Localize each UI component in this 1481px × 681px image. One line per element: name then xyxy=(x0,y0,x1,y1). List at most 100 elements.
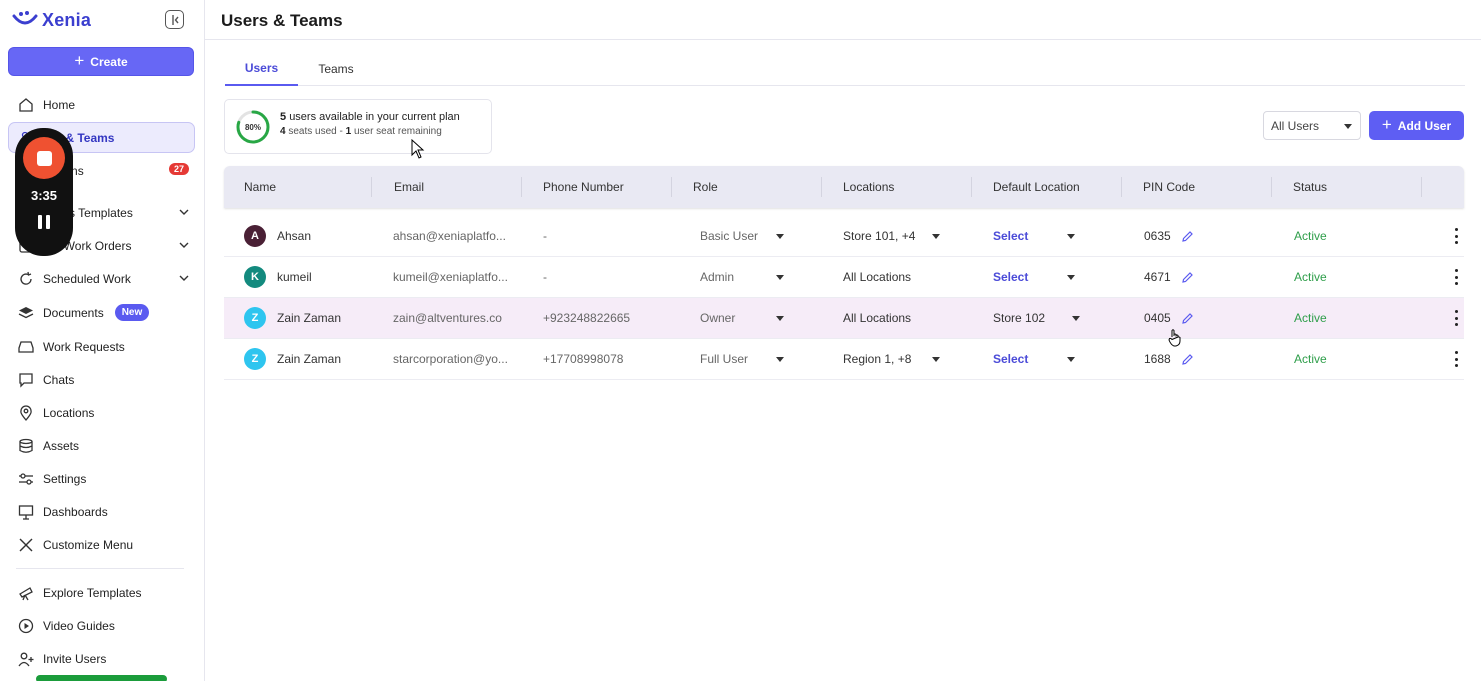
column-header-status[interactable]: Status xyxy=(1293,166,1327,208)
more-options-icon[interactable] xyxy=(1455,228,1459,244)
app-window: Xenia + Create Home ers & Teams ication xyxy=(0,0,1481,681)
chevron-down-icon[interactable] xyxy=(178,206,190,218)
user-name-cell[interactable]: Kkumeil xyxy=(244,257,312,297)
tab-bar: Users Teams xyxy=(225,52,1465,86)
more-options-icon[interactable] xyxy=(1455,269,1459,285)
edit-pencil-icon[interactable] xyxy=(1181,271,1194,284)
stop-recording-button[interactable] xyxy=(23,137,65,179)
role-dropdown[interactable]: Owner xyxy=(700,298,784,338)
default-location-dropdown[interactable]: Select xyxy=(993,216,1075,256)
user-name: Zain Zaman xyxy=(277,311,342,325)
table-row[interactable]: A Ahsan ahsan@xeniaplatfo... - Basic User Sto… xyxy=(224,216,1464,257)
column-header-role[interactable]: Role xyxy=(693,166,718,208)
sidebar-item-assets[interactable]: Assets xyxy=(8,430,195,461)
locations-value: Store 101, +4 xyxy=(843,229,916,243)
collapse-sidebar-button[interactable] xyxy=(165,10,184,29)
user-name-cell[interactable]: Z Zain Zaman xyxy=(244,339,341,379)
create-button[interactable]: + Create xyxy=(8,47,194,76)
default-location-dropdown[interactable]: Select xyxy=(993,339,1075,379)
sidebar-item-label: Explore Templates xyxy=(43,585,142,600)
sidebar-item-locations[interactable]: Locations xyxy=(8,397,195,428)
role-value: Full User xyxy=(700,352,749,366)
user-filter-select[interactable]: All Users xyxy=(1263,111,1361,140)
column-header-phone[interactable]: Phone Number xyxy=(543,166,624,208)
mouse-pointer-icon xyxy=(411,139,425,159)
table-row[interactable]: Z Zain Zaman starcorporation@yo... +1770899… xyxy=(224,339,1464,380)
chevron-down-icon[interactable] xyxy=(178,272,190,284)
inbox-icon xyxy=(18,339,34,355)
sidebar-item-settings[interactable]: Settings xyxy=(8,463,195,494)
screen-recorder-widget: 3:35 xyxy=(15,128,73,256)
sidebar-item-label: Documents xyxy=(43,305,104,320)
sidebar-item-label: Work Requests xyxy=(43,339,125,354)
more-options-icon[interactable] xyxy=(1455,310,1459,326)
column-header-pin-code[interactable]: PIN Code xyxy=(1143,166,1195,208)
edit-pencil-icon[interactable] xyxy=(1181,230,1194,243)
sidebar-item-chats[interactable]: Chats xyxy=(8,364,195,395)
upgrade-button[interactable] xyxy=(36,675,167,681)
column-header-default-location[interactable]: Default Location xyxy=(993,166,1080,208)
role-value: Admin xyxy=(700,270,735,284)
sidebar-item-dashboards[interactable]: Dashboards xyxy=(8,496,195,527)
default-location-value: Select xyxy=(993,229,1029,243)
sidebar-item-home[interactable]: Home xyxy=(8,89,195,120)
main-content: Users & Teams Users Teams 80% 5 users av… xyxy=(205,0,1481,681)
pin-code-value: 4671 xyxy=(1144,270,1171,284)
tab-users[interactable]: Users xyxy=(225,52,298,86)
pause-recording-button[interactable] xyxy=(38,215,50,229)
table-row[interactable]: Z Zain Zaman zain@altventures.co +923248822… xyxy=(224,298,1464,339)
default-location-dropdown[interactable]: Store 102 xyxy=(993,298,1080,338)
user-name-cell[interactable]: A Ahsan xyxy=(244,216,311,256)
table-row[interactable]: Kkumeil kumeil@xeniaplatfo... - Admin All Lo… xyxy=(224,257,1464,298)
sidebar-item-video-guides[interactable]: Video Guides xyxy=(8,610,195,641)
status-badge: Active xyxy=(1294,270,1327,284)
user-filter-value: All Users xyxy=(1271,118,1320,133)
user-name: Zain Zaman xyxy=(277,352,342,366)
layers-icon xyxy=(18,305,34,321)
sidebar-item-work-requests[interactable]: Work Requests xyxy=(8,331,195,362)
default-location-value: Store 102 xyxy=(993,311,1046,325)
tab-teams[interactable]: Teams xyxy=(305,52,367,86)
new-badge: New xyxy=(114,304,150,321)
edit-pencil-icon[interactable] xyxy=(1181,353,1194,366)
locations-cell[interactable]: Region 1, +8 xyxy=(843,339,940,379)
column-header-locations[interactable]: Locations xyxy=(843,166,894,208)
default-location-dropdown[interactable]: Select xyxy=(993,257,1075,297)
user-name: Ahsan xyxy=(277,229,312,243)
sidebar-item-label: Video Guides xyxy=(43,618,115,633)
caret-down-icon xyxy=(776,357,784,362)
pin-code-cell: 4671 xyxy=(1144,257,1194,297)
sidebar-item-label: Home xyxy=(43,97,76,112)
stop-icon xyxy=(36,150,52,166)
recording-timer: 3:35 xyxy=(30,188,58,203)
caret-down-icon xyxy=(1067,275,1075,280)
refresh-icon xyxy=(18,271,34,287)
add-user-label: Add User xyxy=(1397,118,1452,133)
chevron-down-icon[interactable] xyxy=(178,239,190,251)
column-header-name[interactable]: Name xyxy=(244,166,276,208)
user-email: zain@altventures.co xyxy=(393,311,502,325)
avatar: Z xyxy=(244,307,266,329)
user-name-cell[interactable]: Z Zain Zaman xyxy=(244,298,341,338)
home-icon xyxy=(18,97,34,113)
locations-cell[interactable]: Store 101, +4 xyxy=(843,216,940,256)
sidebar-item-scheduled-work[interactable]: Scheduled Work xyxy=(8,263,195,294)
logo[interactable]: Xenia xyxy=(12,8,91,32)
add-user-button[interactable]: + Add User xyxy=(1369,111,1464,140)
sidebar-item-documents[interactable]: Documents New xyxy=(8,297,195,328)
sidebar-item-invite-users[interactable]: Invite Users xyxy=(8,643,195,674)
edit-pencil-icon[interactable] xyxy=(1181,312,1194,325)
role-dropdown[interactable]: Basic User xyxy=(700,216,784,256)
chat-icon xyxy=(18,372,34,388)
user-email: ahsan@xeniaplatfo... xyxy=(393,229,506,243)
more-options-icon[interactable] xyxy=(1455,351,1459,367)
sidebar-item-explore-templates[interactable]: Explore Templates xyxy=(8,577,195,608)
role-dropdown[interactable]: Full User xyxy=(700,339,784,379)
caret-down-icon xyxy=(1072,316,1080,321)
plan-seats-info: 4 seats used - 1 user seat remaining xyxy=(280,126,442,137)
role-dropdown[interactable]: Admin xyxy=(700,257,784,297)
sidebar-item-label: Dashboards xyxy=(43,504,108,519)
column-header-email[interactable]: Email xyxy=(394,166,424,208)
avatar: A xyxy=(244,225,266,247)
sidebar-item-customize-menu[interactable]: Customize Menu xyxy=(8,529,195,560)
